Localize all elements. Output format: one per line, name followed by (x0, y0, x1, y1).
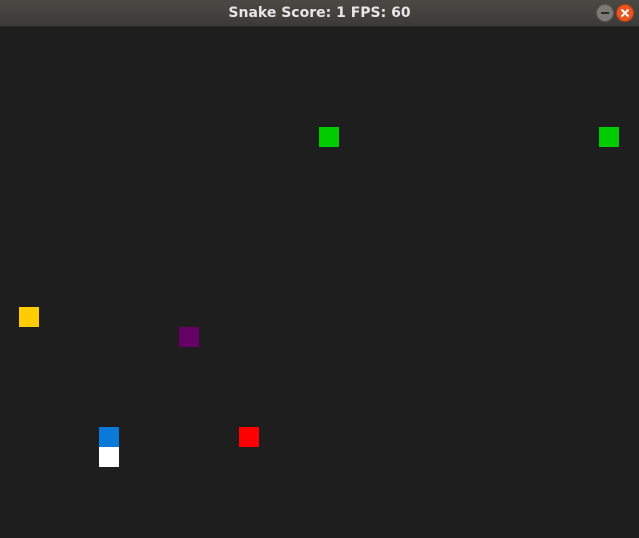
green-food (599, 127, 619, 147)
purple-food (179, 327, 199, 347)
minimize-icon[interactable] (596, 4, 614, 22)
game-board (0, 27, 639, 538)
window-title: Snake Score: 1 FPS: 60 (228, 5, 411, 21)
game-window: Snake Score: 1 FPS: 60 (0, 0, 639, 538)
title-bar[interactable]: Snake Score: 1 FPS: 60 (0, 0, 639, 27)
red-food (239, 427, 259, 447)
yellow-food (19, 307, 39, 327)
snake-head (99, 427, 119, 447)
snake-body-segment (99, 447, 119, 467)
close-icon[interactable] (616, 4, 634, 22)
green-food (319, 127, 339, 147)
